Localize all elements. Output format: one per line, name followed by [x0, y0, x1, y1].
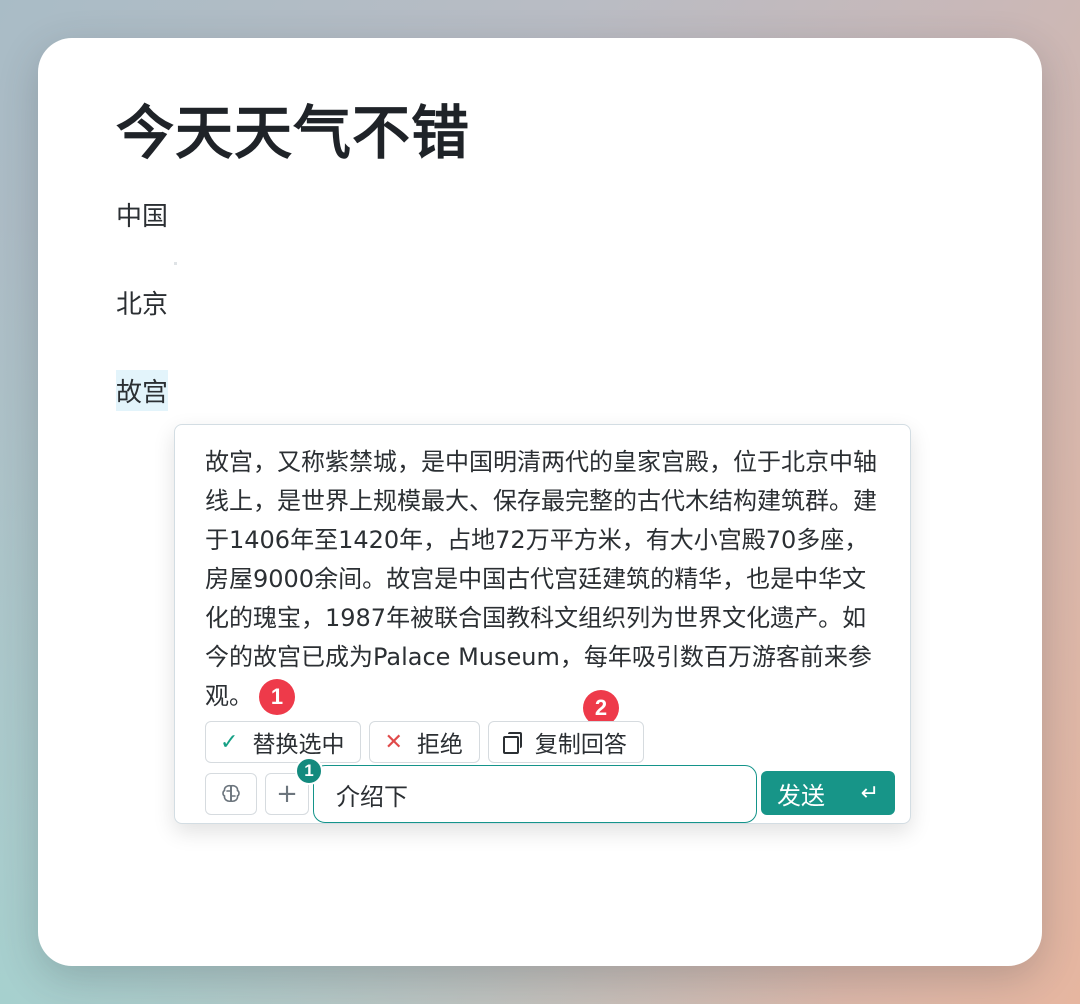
close-icon: ✕: [384, 729, 403, 755]
page-title: 今天天气不错: [116, 99, 471, 167]
prompt-input-row: + 1 发送 ↵: [205, 757, 895, 825]
copy-answer-label: 复制回答: [534, 732, 627, 758]
plus-icon: +: [276, 779, 298, 809]
ai-assistant-panel: 故宫，又称紫禁城，是中国明清两代的皇家宫殿，位于北京中轴线上，是世界上规模最大、…: [174, 424, 911, 824]
paragraph-selected[interactable]: 故宫: [116, 370, 169, 411]
send-button[interactable]: 发送 ↵: [761, 771, 895, 815]
replace-selection-button[interactable]: ✓ 替换选中: [205, 721, 362, 763]
check-icon: ✓: [220, 729, 239, 755]
copy-icon: [502, 732, 522, 754]
attachment-count-badge: 1: [295, 757, 323, 785]
replace-selection-label: 替换选中: [252, 732, 345, 758]
answer-actions: ✓ 替换选中 ✕ 拒绝 复制回答: [205, 721, 644, 763]
model-select-button[interactable]: [205, 773, 257, 815]
reject-label: 拒绝: [416, 732, 463, 758]
prompt-input[interactable]: [313, 765, 757, 823]
paragraph-china[interactable]: 中国: [116, 196, 168, 233]
ai-answer-text: 故宫，又称紫禁城，是中国明清两代的皇家宫殿，位于北京中轴线上，是世界上规模最大、…: [205, 448, 877, 710]
copy-answer-button[interactable]: 复制回答: [487, 721, 644, 763]
annotation-marker-1: 1: [259, 679, 295, 715]
enter-icon: ↵: [860, 780, 879, 806]
reject-button[interactable]: ✕ 拒绝: [369, 721, 480, 763]
paragraph-beijing[interactable]: 北京: [116, 284, 168, 321]
send-label: 发送: [777, 781, 825, 810]
editor-card: 今天天气不错 中国 北京 故宫 故宫，又称紫禁城，是中国明清两代的皇家宫殿，位于…: [38, 38, 1042, 966]
cursor-mark: [174, 262, 177, 265]
brain-icon: [222, 784, 240, 803]
